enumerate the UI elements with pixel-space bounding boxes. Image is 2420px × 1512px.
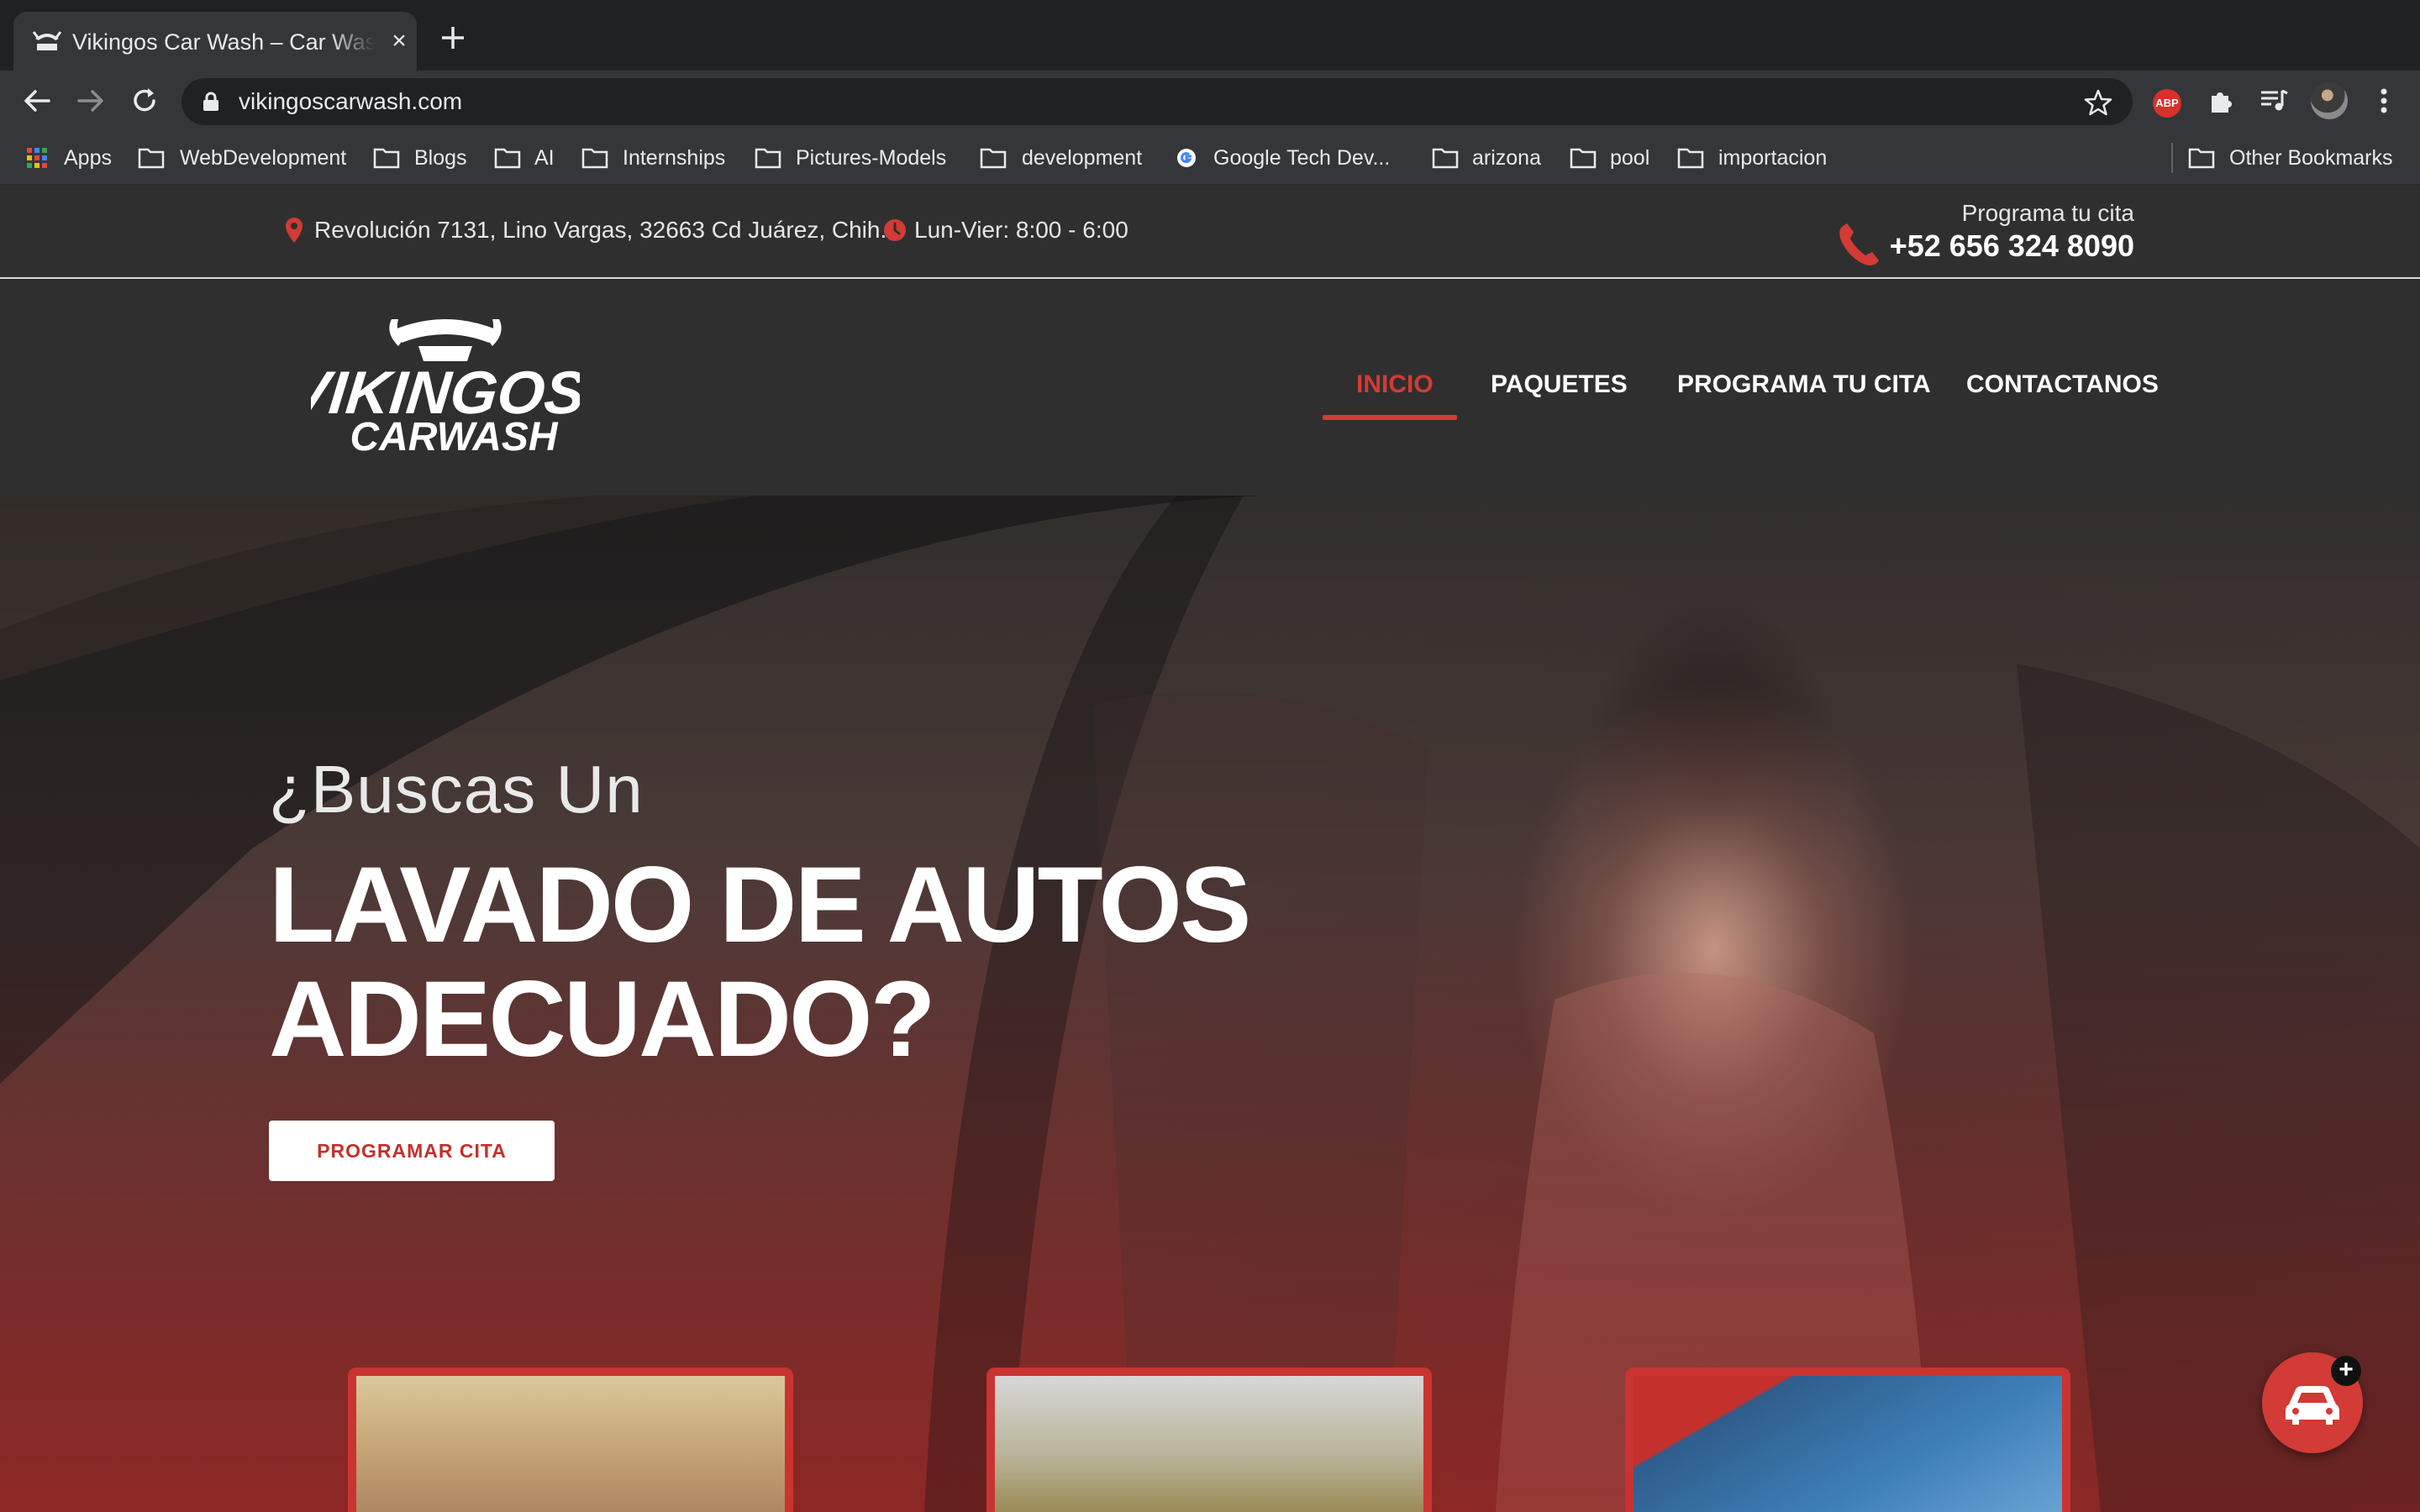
web-page: Revolución 7131, Lino Vargas, 32663 Cd J… — [0, 185, 2420, 1512]
info-bar: Revolución 7131, Lino Vargas, 32663 Cd J… — [0, 185, 2420, 279]
folder-icon — [1432, 148, 1459, 169]
nav-active-indicator — [1323, 415, 1457, 420]
folder-icon — [2188, 148, 2215, 169]
clock-icon — [884, 219, 906, 241]
new-tab-icon[interactable] — [437, 22, 469, 54]
service-card-image[interactable] — [1625, 1368, 2070, 1512]
business-hours: Lun-Vier: 8:00 - 6:00 — [914, 217, 1128, 243]
hero-subheading: ¿Buscas Un — [269, 752, 644, 827]
appointment-label: Programa tu cita — [1961, 200, 2134, 226]
bookmark-other-bookmarks[interactable]: Other Bookmarks — [2229, 143, 2393, 173]
phone-icon — [1839, 223, 1879, 265]
nav-inicio[interactable]: INICIO — [1356, 368, 1434, 402]
folder-icon — [373, 148, 400, 169]
bookmark-webdevelopment[interactable]: WebDevelopment — [180, 143, 346, 173]
lock-icon — [203, 92, 218, 111]
kebab-menu-icon[interactable] — [2371, 84, 2396, 118]
hero-section: ¿Buscas Un LAVADO DE AUTOS ADECUADO? PRO… — [0, 496, 2420, 1512]
nav-contactanos[interactable]: CONTACTANOS — [1966, 368, 2159, 402]
bookmark-blogs[interactable]: Blogs — [414, 143, 467, 173]
bookmarks-bar: Apps WebDevelopment Blogs AI Internships… — [0, 131, 2420, 185]
media-playlist-icon[interactable] — [2257, 84, 2291, 118]
service-card-image[interactable] — [348, 1368, 793, 1512]
map-pin-icon — [286, 218, 302, 243]
folder-icon — [1677, 148, 1704, 169]
google-icon — [1177, 149, 1196, 167]
nav-programa-tu-cita[interactable]: PROGRAMA TU CITA — [1677, 368, 1931, 402]
hero-heading-line-1: LAVADO DE AUTOS — [269, 845, 1251, 965]
folder-icon — [138, 148, 165, 169]
back-arrow-icon[interactable] — [20, 84, 54, 118]
bookmarks-separator — [2171, 143, 2173, 173]
hero-heading-line-2: ADECUADO? — [269, 959, 936, 1079]
bookmark-google-tech-dev[interactable]: Google Tech Dev... — [1213, 143, 1390, 173]
folder-icon — [1570, 148, 1597, 169]
bookmark-arizona[interactable]: arizona — [1472, 143, 1541, 173]
profile-avatar[interactable] — [2311, 82, 2348, 119]
bookmark-star-icon[interactable] — [2084, 88, 2112, 117]
url-text: vikingoscarwash.com — [239, 88, 463, 114]
schedule-appointment-button[interactable]: PROGRAMAR CITA — [269, 1121, 555, 1181]
phone-number-link[interactable]: +52 656 324 8090 — [1890, 227, 2134, 265]
apps-grid-icon — [27, 148, 47, 168]
folder-icon — [581, 148, 608, 169]
site-favicon-icon — [32, 31, 62, 50]
svg-text:CARWASH: CARWASH — [350, 415, 558, 457]
service-card-image[interactable] — [986, 1368, 1432, 1512]
browser-toolbar: vikingoscarwash.com ABP — [0, 71, 2420, 131]
adblock-extension-icon[interactable]: ABP — [2153, 89, 2181, 118]
bookmark-pool[interactable]: pool — [1610, 143, 1649, 173]
site-header: VIKINGOS CARWASH INICIO PAQUETES PROGRAM… — [0, 281, 2420, 496]
tab-title: Vikingos Car Wash – Car Wash — [72, 29, 375, 55]
nav-paquetes[interactable]: PAQUETES — [1491, 368, 1628, 402]
bookmark-internships[interactable]: Internships — [623, 143, 725, 173]
browser-tab[interactable]: Vikingos Car Wash – Car Wash × — [13, 12, 417, 71]
extensions-puzzle-icon[interactable] — [2205, 84, 2238, 118]
reload-icon[interactable] — [128, 84, 161, 118]
plus-badge-icon: + — [2331, 1356, 2361, 1386]
folder-icon — [755, 148, 781, 169]
business-address: Revolución 7131, Lino Vargas, 32663 Cd J… — [314, 217, 887, 243]
bookmark-ai[interactable]: AI — [534, 143, 555, 173]
bookmark-importacion[interactable]: importacion — [1718, 143, 1827, 173]
bookmark-apps[interactable]: Apps — [64, 143, 112, 173]
folder-icon — [980, 148, 1007, 169]
vikingos-logo[interactable]: VIKINGOS CARWASH — [311, 314, 580, 457]
browser-tab-bar: Vikingos Car Wash – Car Wash × — [0, 0, 2420, 71]
forward-arrow-icon[interactable] — [74, 84, 108, 118]
folder-icon — [494, 148, 521, 169]
address-bar[interactable]: vikingoscarwash.com — [182, 78, 2133, 125]
hero-heading: LAVADO DE AUTOS ADECUADO? — [269, 845, 1251, 1079]
tab-close-icon[interactable]: × — [387, 29, 412, 54]
bookmark-pictures-models[interactable]: Pictures-Models — [796, 143, 946, 173]
bookmark-development[interactable]: development — [1022, 143, 1142, 173]
